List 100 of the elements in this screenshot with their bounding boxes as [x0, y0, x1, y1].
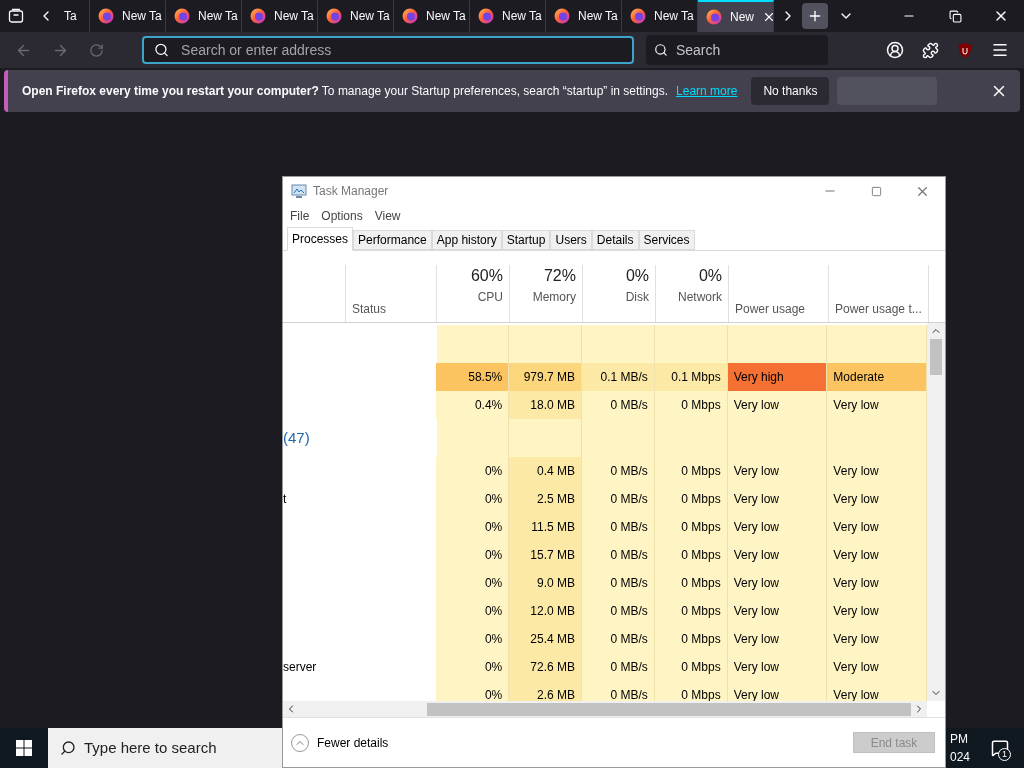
- taskbar-search-bar[interactable]: Type here to search: [48, 728, 282, 768]
- no-thanks-button[interactable]: No thanks: [751, 77, 830, 105]
- table-cell: Very low: [727, 625, 828, 653]
- table-cell: 0%: [436, 569, 510, 597]
- table-cell: 0%: [436, 457, 510, 485]
- windows-logo-icon[interactable]: [16, 740, 32, 756]
- table-cell: 0.1 Mbps: [654, 363, 728, 391]
- column-header[interactable]: Power usage t...: [835, 300, 922, 318]
- table-cell: 0%: [436, 513, 510, 541]
- process-name: t: [283, 491, 287, 508]
- restore-icon: [948, 9, 962, 23]
- fewer-details-button[interactable]: Fewer details: [291, 733, 389, 752]
- table-cell: Very low: [827, 681, 928, 701]
- tab[interactable]: Users: [550, 230, 592, 250]
- reload-icon[interactable]: [89, 42, 104, 58]
- column-header[interactable]: Network: [678, 288, 722, 306]
- browser-logo-icon: [402, 8, 418, 24]
- window-title: Task Manager: [313, 183, 389, 200]
- learn-more-link[interactable]: Learn more: [676, 82, 738, 100]
- address-field[interactable]: Search or enter address: [181, 39, 622, 61]
- tab[interactable]: Details: [591, 230, 639, 250]
- notifications-button[interactable]: 1: [976, 728, 1024, 768]
- table-cell: 2.6 MB: [509, 681, 583, 701]
- table-cell: 0 MB/s: [582, 597, 655, 625]
- table-cell: 25.4 MB: [509, 625, 583, 653]
- table-cell: Very low: [727, 513, 828, 541]
- browser-tab[interactable]: New: [698, 0, 774, 32]
- browser-logo-icon: [98, 8, 114, 24]
- vertical-scrollbar[interactable]: [927, 323, 945, 701]
- browser-logo-icon: [706, 9, 722, 25]
- scrollbar-thumb[interactable]: [427, 702, 911, 716]
- table-cell: 58.5%: [436, 363, 510, 391]
- table-cell: 0 Mbps: [654, 485, 728, 513]
- search-icon: [60, 739, 76, 757]
- horizontal-scrollbar[interactable]: [283, 701, 927, 717]
- tab[interactable]: Processes: [287, 227, 354, 251]
- task-manager-icon: [291, 183, 307, 199]
- table-cell: Moderate: [827, 363, 928, 391]
- table-cell: 0 Mbps: [654, 569, 728, 597]
- search-field[interactable]: Search: [675, 39, 820, 61]
- tab[interactable]: Services: [638, 230, 695, 250]
- table-cell: 0.4 MB: [509, 457, 583, 485]
- column-header[interactable]: CPU: [477, 288, 503, 306]
- table-cell: 0 MB/s: [582, 513, 655, 541]
- shield-icon[interactable]: [957, 41, 973, 59]
- search-bar[interactable]: Search: [646, 35, 828, 65]
- table-cell: 0%: [436, 625, 510, 653]
- table-cell: Very low: [727, 541, 828, 569]
- table-cell: Very low: [827, 391, 928, 419]
- group-count: (47): [283, 427, 310, 448]
- column-total: 0%: [625, 266, 649, 286]
- table-cell: Very low: [827, 513, 928, 541]
- table-cell: 0 MB/s: [582, 391, 655, 419]
- table-cell: Very low: [727, 391, 828, 419]
- tab[interactable]: App history: [431, 230, 502, 250]
- table-cell: 0 MB/s: [582, 681, 655, 701]
- table-cell: 0 MB/s: [582, 457, 655, 485]
- menu-item[interactable]: View: [374, 207, 401, 225]
- column-header[interactable]: Power usage: [735, 300, 806, 318]
- table-cell: 2.5 MB: [509, 485, 583, 513]
- table-cell: Very low: [827, 597, 928, 625]
- column-header[interactable]: Disk: [625, 288, 649, 306]
- scrollbar-thumb[interactable]: [930, 339, 942, 375]
- menu-icon[interactable]: [991, 41, 1009, 59]
- address-bar[interactable]: Search or enter address: [142, 36, 634, 64]
- table-cell: Very low: [827, 541, 928, 569]
- search-icon: [154, 42, 170, 58]
- menu-item[interactable]: Options: [321, 207, 363, 225]
- column-total: 60%: [470, 266, 503, 286]
- column-header[interactable]: Memory: [532, 288, 576, 306]
- browser-logo-icon: [250, 8, 266, 24]
- table-cell: 0%: [436, 597, 510, 625]
- close-tab-icon[interactable]: [762, 10, 773, 24]
- menu-item[interactable]: File: [290, 207, 310, 225]
- table-cell: 0%: [436, 681, 510, 701]
- table-cell: 0.4%: [436, 391, 510, 419]
- column-header[interactable]: Status: [352, 300, 387, 318]
- table-cell: 11.5 MB: [509, 513, 583, 541]
- table-cell: Very low: [827, 485, 928, 513]
- table-cell: 0%: [436, 653, 510, 681]
- tab[interactable]: Startup: [501, 230, 551, 250]
- tab-list-icon[interactable]: [8, 8, 24, 24]
- taskbar-search-field[interactable]: Type here to search: [83, 736, 270, 760]
- column-total: 0%: [698, 266, 722, 286]
- new-tab-button[interactable]: [802, 3, 828, 29]
- table-cell: 0 Mbps: [654, 625, 728, 653]
- table-cell: Very low: [727, 569, 828, 597]
- tab[interactable]: Performance: [353, 230, 432, 250]
- table-cell: Very low: [727, 597, 828, 625]
- extensions-icon[interactable]: [922, 41, 939, 59]
- message-icon: [991, 739, 1009, 757]
- plus-icon: [807, 8, 823, 24]
- table-cell: 979.7 MB: [509, 363, 583, 391]
- account-icon[interactable]: [886, 41, 904, 59]
- table-cell: 0 Mbps: [654, 541, 728, 569]
- table-cell: 0 MB/s: [582, 541, 655, 569]
- table-cell: Very low: [827, 625, 928, 653]
- table-cell: 0 Mbps: [654, 513, 728, 541]
- table-cell: 0.1 MB/s: [582, 363, 655, 391]
- clock-text: 024: [949, 749, 970, 766]
